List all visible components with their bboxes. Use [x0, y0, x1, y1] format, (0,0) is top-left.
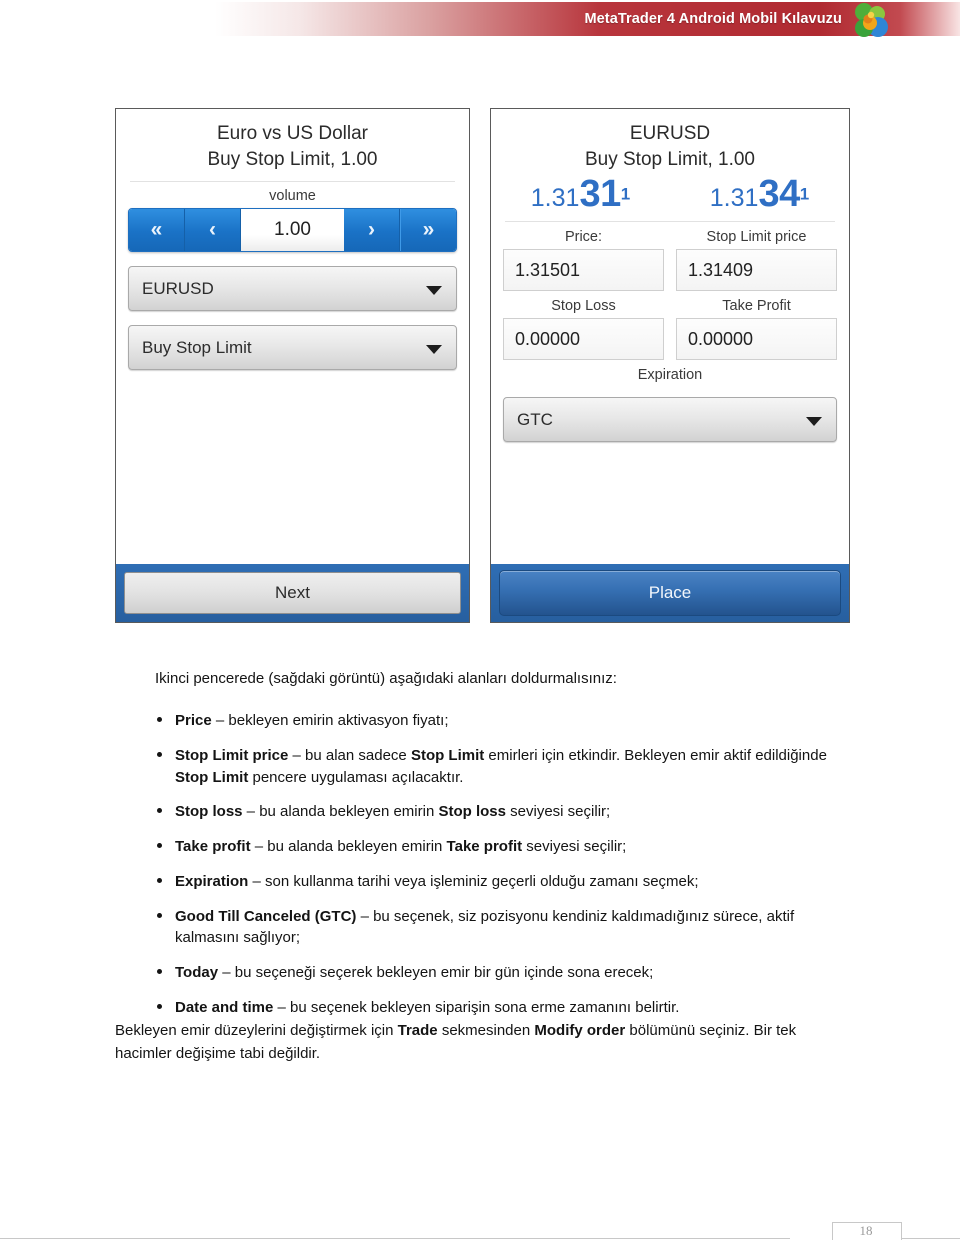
expiration-label: Expiration [637, 367, 703, 384]
place-button[interactable]: Place [499, 570, 841, 616]
left-phone-title: Euro vs US Dollar Buy Stop Limit, 1.00 [116, 109, 469, 173]
stop-loss-label: Stop Loss [551, 298, 616, 315]
list-item-text: Expiration – son kullanma tarihi veya iş… [175, 872, 699, 890]
chevron-down-icon [426, 344, 442, 354]
list-item: Price – bekleyen emirin aktivasyon fiyat… [135, 710, 855, 732]
list-item: Date and time – bu seçenek bekleyen sipa… [135, 997, 855, 1019]
list-item-text: Stop Limit price – bu alan sadece Stop L… [175, 746, 827, 786]
price-label: Price: [564, 229, 603, 246]
ask-superscript: 1 [799, 185, 810, 205]
right-phone-screenshot: EURUSD Buy Stop Limit, 1.00 1.31311 1.31… [490, 108, 850, 623]
price-input[interactable]: 1.31501 [503, 249, 664, 292]
bullet-dot-icon [157, 877, 162, 883]
right-phone-action-bar: Place [491, 564, 849, 622]
ask-big-digits: 34 [758, 173, 800, 216]
expiration-spinner[interactable]: GTC [503, 397, 837, 443]
left-phone-body: Euro vs US Dollar Buy Stop Limit, 1.00 v… [116, 109, 469, 564]
expiration-spinner-value: GTC [517, 409, 553, 429]
list-item: Stop loss – bu alanda bekleyen emirin St… [135, 801, 855, 823]
left-phone-action-bar: Next [116, 564, 469, 622]
order-type-spinner-value: Buy Stop Limit [142, 337, 252, 357]
bullet-dot-icon [157, 912, 162, 918]
list-item-text: Good Till Canceled (GTC) – bu seçenek, s… [175, 907, 795, 947]
title-divider [130, 181, 455, 183]
left-phone-title-line2: Buy Stop Limit, 1.00 [207, 149, 378, 171]
bullet-list: Price – bekleyen emirin aktivasyon fiyat… [135, 710, 855, 1032]
list-item: Today – bu seçeneği seçerek bekleyen emi… [135, 962, 855, 984]
symbol-spinner[interactable]: EURUSD [128, 266, 457, 312]
symbol-spinner-value: EURUSD [142, 278, 214, 298]
screenshot-pair: Euro vs US Dollar Buy Stop Limit, 1.00 v… [0, 108, 960, 633]
volume-label: volume [269, 188, 316, 205]
list-item: Stop Limit price – bu alan sadece Stop L… [135, 745, 855, 789]
right-phone-title-line2: Buy Stop Limit, 1.00 [584, 149, 756, 171]
stop-loss-input[interactable]: 0.00000 [503, 318, 664, 361]
stop-limit-price-label: Stop Limit price [706, 229, 807, 246]
order-fields: Price: 1.31501 Stop Limit price 1.31409 … [491, 222, 849, 383]
footer-rule-right [900, 1238, 960, 1239]
next-button[interactable]: Next [124, 572, 461, 614]
stop-limit-price-field-group: Stop Limit price 1.31409 [676, 222, 837, 292]
volume-stepper[interactable]: « ‹ 1.00 › » [128, 208, 457, 253]
double-chevron-left-icon[interactable]: « [129, 209, 185, 252]
list-item-text: Price – bekleyen emirin aktivasyon fiyat… [175, 712, 449, 729]
page-number: 18 [859, 1223, 873, 1238]
list-item: Take profit – bu alanda bekleyen emirin … [135, 836, 855, 858]
stop-limit-price-input[interactable]: 1.31409 [676, 249, 837, 292]
right-phone-title-line1: EURUSD [629, 123, 711, 144]
chevron-left-icon[interactable]: ‹ [185, 209, 241, 252]
stop-loss-field-group: Stop Loss 0.00000 [503, 291, 664, 361]
right-phone-body: EURUSD Buy Stop Limit, 1.00 1.31311 1.31… [491, 109, 849, 564]
bid-prefix: 1.31 [530, 184, 580, 213]
bullet-dot-icon [157, 843, 162, 848]
bullet-dot-icon [157, 969, 162, 974]
bid-superscript: 1 [620, 185, 631, 205]
take-profit-input[interactable]: 0.00000 [676, 318, 837, 361]
field-row-price: Price: 1.31501 Stop Limit price 1.31409 [503, 222, 837, 292]
intro-paragraph: Ikinci pencerede (sağdaki görüntü) aşağı… [155, 670, 617, 687]
take-profit-field-group: Take Profit 0.00000 [676, 291, 837, 361]
chevron-right-icon[interactable]: › [344, 209, 400, 252]
double-chevron-right-icon[interactable]: » [400, 209, 456, 252]
volume-input[interactable]: 1.00 [241, 209, 344, 252]
quote-row: 1.31311 1.31341 [491, 175, 849, 213]
right-phone-title: EURUSD Buy Stop Limit, 1.00 [491, 109, 849, 173]
bid-big-digits: 31 [579, 173, 621, 216]
list-item-text: Take profit – bu alanda bekleyen emirin … [175, 838, 627, 855]
bullet-dot-icon [157, 717, 162, 722]
chevron-down-icon [806, 416, 822, 426]
bid-quote[interactable]: 1.31311 [491, 175, 670, 213]
left-phone-title-line1: Euro vs US Dollar [217, 123, 368, 144]
metaquotes-spheres-logo-icon [847, 1, 895, 41]
list-item-text: Date and time – bu seçenek bekleyen sipa… [175, 998, 680, 1016]
ask-prefix: 1.31 [709, 184, 759, 213]
footer-rule [0, 1238, 790, 1239]
page-header-title: MetaTrader 4 Android Mobil Kılavuzu [584, 11, 842, 27]
price-field-group: Price: 1.31501 [503, 222, 664, 292]
list-item-text: Today – bu seçeneği seçerek bekleyen emi… [175, 964, 654, 981]
field-row-sl-tp: Stop Loss 0.00000 Take Profit 0.00000 [503, 291, 837, 361]
order-type-spinner[interactable]: Buy Stop Limit [128, 325, 457, 371]
closing-paragraph: Bekleyen emir düzeylerini değiştirmek iç… [115, 1022, 797, 1062]
chevron-down-icon [426, 285, 442, 295]
ask-quote[interactable]: 1.31341 [670, 175, 849, 213]
left-phone-screenshot: Euro vs US Dollar Buy Stop Limit, 1.00 v… [115, 108, 470, 623]
take-profit-label: Take Profit [722, 298, 791, 315]
list-item: Expiration – son kullanma tarihi veya iş… [135, 871, 855, 893]
bullet-dot-icon [157, 751, 162, 757]
list-item-text: Stop loss – bu alanda bekleyen emirin St… [175, 803, 611, 821]
bullet-dot-icon [157, 1003, 162, 1009]
list-item: Good Till Canceled (GTC) – bu seçenek, s… [135, 906, 855, 950]
bullet-dot-icon [157, 808, 162, 814]
